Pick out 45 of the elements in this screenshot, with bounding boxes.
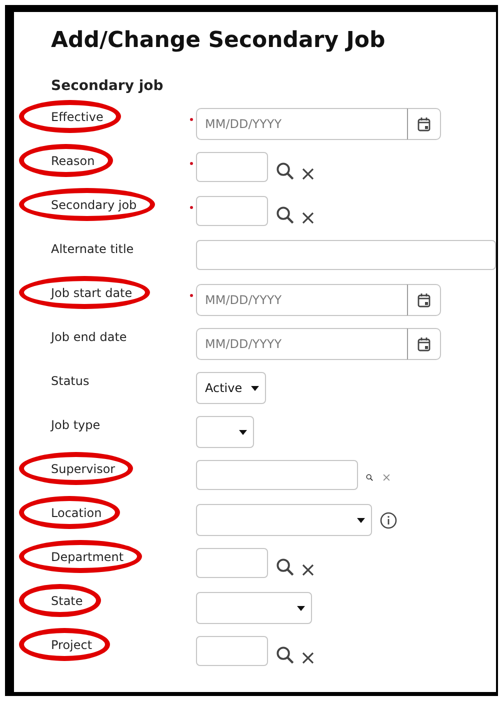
section-heading: Secondary job (51, 78, 164, 94)
field-label: Job start date (51, 284, 132, 300)
calendar-button[interactable] (407, 108, 441, 140)
input-field[interactable] (196, 152, 268, 182)
calendar-icon (417, 116, 431, 132)
page-title: Add/Change Secondary Job (51, 27, 386, 55)
field-label: Effective (51, 108, 104, 124)
field-label: Job type (51, 417, 100, 432)
input-field[interactable] (196, 196, 268, 226)
field-label: Status (51, 373, 90, 388)
field-label: Job end date (51, 329, 127, 344)
input-field[interactable] (196, 636, 268, 666)
caret-icon (251, 386, 259, 390)
caret-icon (297, 606, 305, 610)
search-icon[interactable] (276, 558, 294, 576)
search-icon[interactable] (276, 646, 294, 664)
field-label: Supervisor (51, 460, 116, 476)
calendar-button[interactable] (407, 284, 441, 316)
field-label: Location (51, 504, 102, 520)
search-icon[interactable] (276, 206, 294, 224)
date-field[interactable]: MM/DD/YYYY (196, 284, 407, 316)
caret-icon (357, 518, 365, 522)
date-field[interactable]: MM/DD/YYYY (196, 108, 407, 140)
input-field[interactable] (196, 460, 358, 490)
close-icon[interactable] (302, 212, 314, 224)
input-field[interactable] (196, 548, 268, 578)
date-field[interactable]: MM/DD/YYYY (196, 328, 407, 360)
close-icon[interactable] (302, 652, 314, 664)
field-label: Reason (51, 152, 95, 168)
field-label: Department (51, 548, 124, 564)
calendar-icon (417, 336, 431, 352)
search-icon[interactable] (276, 162, 294, 180)
dropdown[interactable]: Active (196, 372, 266, 404)
field-label: State (51, 592, 83, 608)
field-label: Project (51, 636, 92, 652)
close-icon[interactable] (302, 168, 314, 180)
field-label: Secondary job (51, 196, 137, 212)
search-icon[interactable] (366, 474, 373, 480)
close-icon[interactable] (302, 564, 314, 576)
calendar-icon (417, 292, 431, 308)
caret-icon (239, 430, 247, 434)
info-icon[interactable] (380, 512, 397, 528)
calendar-button[interactable] (407, 328, 441, 360)
field-label: Alternate title (51, 241, 134, 256)
input-field[interactable] (196, 240, 496, 270)
